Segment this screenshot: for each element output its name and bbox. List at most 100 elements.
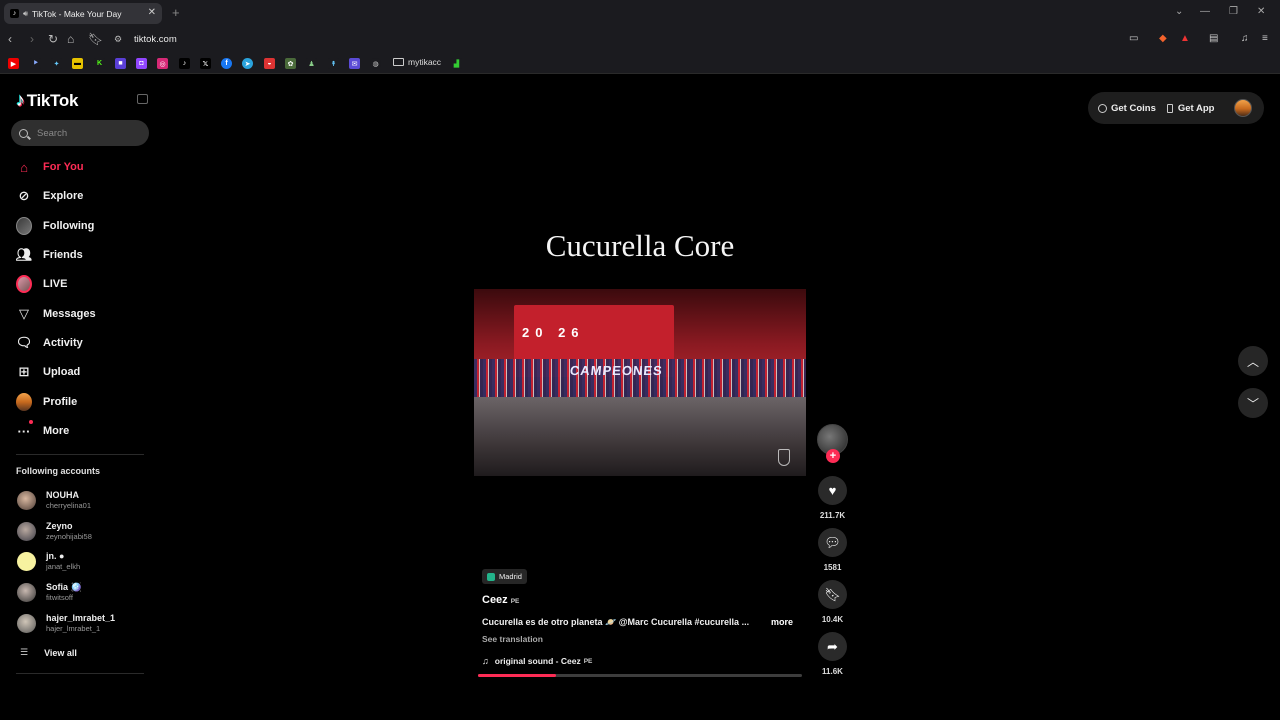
nav-label: Upload	[43, 366, 81, 378]
media-icon[interactable]: ♫	[1241, 33, 1249, 44]
nav-label: For You	[43, 161, 84, 173]
close-tab-icon[interactable]: ✕	[148, 7, 156, 18]
video-progress-bar[interactable]	[478, 674, 802, 677]
address-bar[interactable]: tiktok.com	[134, 34, 177, 45]
site-settings-icon[interactable]: ⚙︎	[114, 34, 122, 45]
facebook-bookmark-icon[interactable]: f	[221, 58, 232, 69]
follow-plus-icon[interactable]: +	[826, 449, 840, 463]
crest-watermark-icon	[778, 449, 790, 466]
avatar	[17, 522, 36, 541]
gemini-bookmark-icon[interactable]: ✦	[51, 58, 62, 69]
reload-icon[interactable]: ↻	[48, 32, 58, 46]
caption-more-button[interactable]: more	[771, 617, 793, 627]
collapse-sidebar-icon[interactable]	[137, 94, 148, 104]
minimize-icon[interactable]: —	[1200, 6, 1210, 17]
following-account[interactable]: NOUHA cherryelina01	[17, 490, 91, 511]
previous-video-button[interactable]: ︿	[1238, 346, 1268, 376]
sound-label: original sound - Ceez	[494, 656, 581, 666]
share-button[interactable]: ➦	[818, 632, 847, 661]
youtube-bookmark-icon[interactable]: ▶	[8, 58, 19, 69]
nav-explore[interactable]: ⊘ Explore	[16, 186, 84, 206]
get-coins-label: Get Coins	[1111, 102, 1156, 114]
instagram-bookmark-icon[interactable]: ◎	[157, 58, 168, 69]
brave-shields-icon[interactable]: ◆	[1159, 33, 1167, 44]
nav-following[interactable]: Following	[16, 216, 94, 236]
location-badge[interactable]: Madrid	[482, 569, 527, 584]
account-name: Sofia 🪩	[46, 582, 82, 592]
bookmark-icon: 🔖︎	[824, 586, 841, 602]
bookmark-icon-20[interactable]: ▟	[451, 58, 462, 69]
nav-label: Following	[43, 220, 95, 232]
bookmark-icon-2[interactable]: ⯈	[30, 58, 41, 69]
back-icon[interactable]: ‹	[8, 32, 12, 46]
bookmark-icon[interactable]: 🔖︎	[88, 32, 103, 46]
bookmark-icon-13[interactable]: ◒	[264, 58, 275, 69]
get-app-button[interactable]: Get App	[1166, 103, 1214, 114]
following-accounts-title: Following accounts	[16, 466, 101, 476]
friends-icon: 👥︎	[15, 247, 33, 262]
following-account[interactable]: Sofia 🪩 fitwitsoff	[17, 582, 82, 603]
bookmark-icon-14[interactable]: ✿	[285, 58, 296, 69]
following-account[interactable]: hajer_lmrabet_1 hajer_lmrabet_1	[17, 613, 115, 634]
nav-upload[interactable]: ⊞ Upload	[16, 362, 81, 382]
chevron-down-icon: ﹀	[1246, 396, 1259, 411]
video-author[interactable]: Ceez PE	[482, 594, 519, 606]
telegram-bookmark-icon[interactable]: ➤	[242, 58, 253, 69]
sound-link[interactable]: ♫ original sound - Ceez PE	[482, 656, 592, 666]
restore-icon[interactable]: ❐	[1229, 6, 1238, 17]
author-name: Ceez	[482, 594, 508, 606]
nav-friends[interactable]: 👥︎ Friends	[16, 245, 83, 265]
tiktok-bookmark-icon[interactable]: ♪	[179, 58, 190, 69]
search-input[interactable]: Search	[11, 120, 149, 146]
nav-messages[interactable]: ▽ Messages	[16, 304, 96, 324]
nav-label: Activity	[43, 337, 83, 349]
x-bookmark-icon[interactable]: 𝕏	[200, 58, 211, 69]
frame-year-text: 20 26	[522, 325, 585, 340]
nav-live[interactable]: LIVE	[16, 274, 67, 294]
save-button[interactable]: 🔖︎	[818, 580, 847, 609]
following-account[interactable]: Zeyno zeynohijabi58	[17, 521, 92, 542]
account-username: fitwitsoff	[46, 593, 73, 602]
nav-for-you[interactable]: ⌂ For You	[16, 157, 84, 177]
video-player[interactable]: 20 26 CAMPEONES	[474, 289, 806, 476]
brave-rewards-icon[interactable]: ▲	[1180, 33, 1190, 44]
browser-tab[interactable]: ♪ 🔊︎ TikTok - Make Your Day ✕	[4, 3, 162, 24]
like-count: 211.7K	[819, 511, 846, 520]
kick-bookmark-icon[interactable]: K	[94, 58, 105, 69]
tiktok-favicon-icon: ♪	[10, 9, 19, 18]
bookmark-icon-16[interactable]: ↟	[328, 58, 339, 69]
frame-banner-text: CAMPEONES	[569, 363, 664, 378]
forward-icon[interactable]: ›	[30, 32, 34, 46]
tiktok-logo[interactable]: ♪ TikTok	[16, 90, 78, 111]
home-browser-icon[interactable]: ⌂	[67, 32, 74, 46]
get-coins-button[interactable]: Get Coins	[1098, 103, 1156, 114]
tab-search-icon[interactable]: ⌄	[1175, 6, 1183, 17]
account-name: Zeyno	[46, 521, 73, 531]
nav-activity[interactable]: 🗨︎ Activity	[16, 333, 83, 353]
nav-more[interactable]: ··· More	[16, 420, 69, 441]
sidebar-toggle-icon[interactable]: ▤	[1209, 33, 1218, 44]
cast-icon[interactable]: ▭	[1129, 33, 1138, 44]
bookmark-folder[interactable]: mytikacc	[393, 57, 441, 67]
nav-profile[interactable]: Profile	[16, 392, 77, 412]
twitch-bookmark-icon[interactable]: ◘	[136, 58, 147, 69]
globe-bookmark-icon[interactable]: ◍	[370, 58, 381, 69]
logo-text: TikTok	[26, 90, 79, 110]
menu-icon[interactable]: ≡	[1262, 33, 1268, 44]
new-tab-icon[interactable]: +	[172, 5, 180, 20]
speaker-icon[interactable]: 🔊︎	[23, 9, 28, 19]
bookmark-icon-15[interactable]: ♟	[306, 58, 317, 69]
following-account[interactable]: jn. ● janat_elkh	[17, 551, 80, 572]
user-avatar[interactable]	[1234, 99, 1252, 117]
bookmark-icon-4[interactable]: ▬	[72, 58, 83, 69]
bookmark-icon-17[interactable]: ✉	[349, 58, 360, 69]
nav-label: Messages	[43, 308, 96, 320]
close-window-icon[interactable]: ✕	[1257, 6, 1265, 17]
bookmark-icon-6[interactable]: ■	[115, 58, 126, 69]
see-translation-link[interactable]: See translation	[482, 634, 543, 644]
search-icon	[19, 128, 28, 138]
next-video-button[interactable]: ﹀	[1238, 388, 1268, 418]
comment-button[interactable]: 💬︎	[818, 528, 847, 557]
like-button[interactable]: ♥	[818, 476, 847, 505]
view-all-button[interactable]: ☰ View all	[20, 647, 77, 658]
